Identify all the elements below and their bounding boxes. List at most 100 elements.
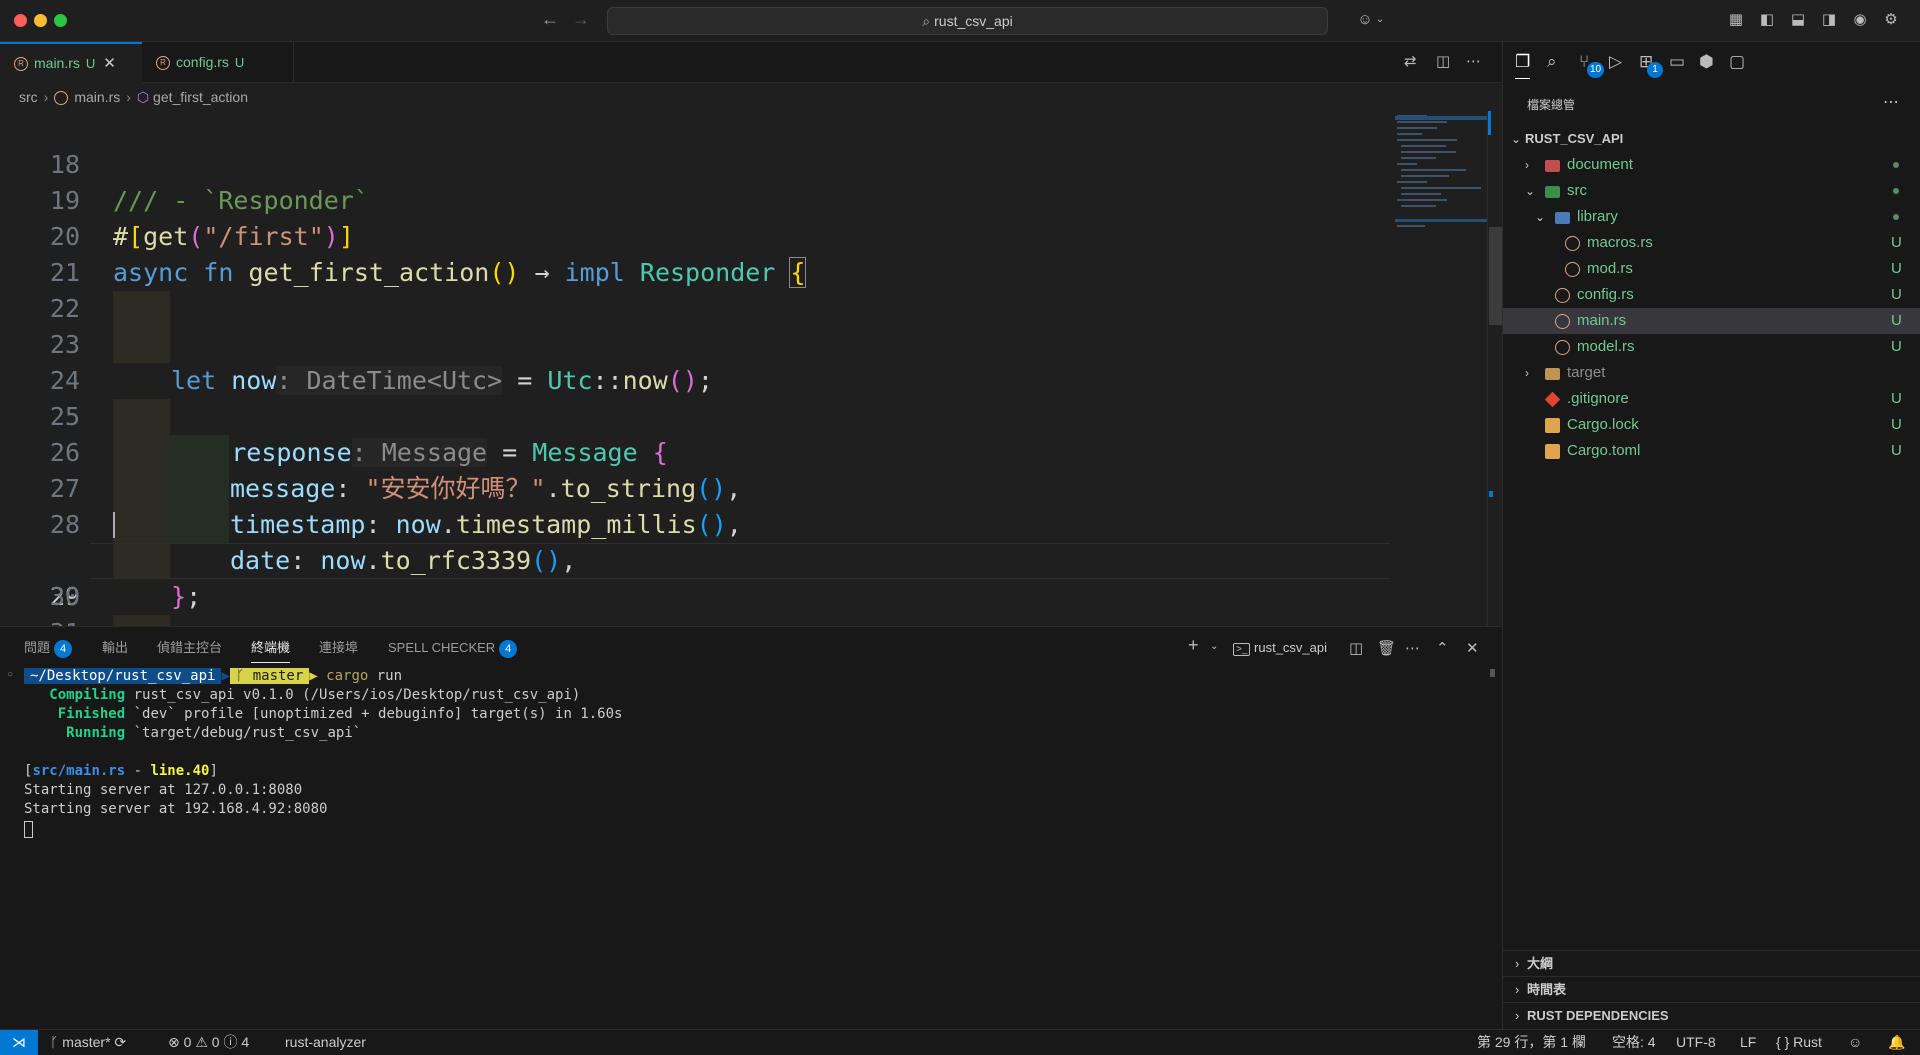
code-line: 26 timestamp: now.timestamp_millis(), xyxy=(49,438,742,539)
more-actions-icon[interactable]: ⋯ xyxy=(1466,52,1481,70)
tree-item-document[interactable]: › document xyxy=(1503,152,1920,178)
end-of-line[interactable]: LF xyxy=(1740,1030,1756,1055)
zoom-window-button[interactable] xyxy=(54,14,67,27)
indentation[interactable]: 空格: 4 xyxy=(1612,1030,1656,1055)
warning-icon: ⚠ xyxy=(195,1034,208,1050)
containers-icon[interactable]: ⬢ xyxy=(1699,52,1714,72)
chevron-right-icon: › xyxy=(1525,158,1529,172)
tab-output[interactable]: 輸出 xyxy=(102,637,128,663)
tree-item-mod-rs[interactable]: mod.rs U xyxy=(1503,256,1920,282)
more-actions-icon[interactable]: ⋯ xyxy=(1405,639,1420,657)
close-tab-icon[interactable]: ✕ xyxy=(103,55,116,72)
folder-open-icon xyxy=(1555,212,1570,224)
tab-problems[interactable]: 問題 4 xyxy=(24,637,73,663)
tree-item-macros-rs[interactable]: macros.rs U xyxy=(1503,230,1920,256)
customize-layout-icon[interactable]: ▦ xyxy=(1726,10,1746,30)
close-window-button[interactable] xyxy=(14,14,27,27)
toggle-secondary-sidebar-icon[interactable]: ◨ xyxy=(1819,10,1839,30)
account-icon[interactable]: ◉ xyxy=(1850,10,1870,30)
search-icon[interactable]: ⌕ xyxy=(1547,52,1557,72)
tree-item-cargo-lock[interactable]: Cargo.lock U xyxy=(1503,412,1920,438)
terminal-instance[interactable]: >_ rust_csv_api xyxy=(1233,640,1327,656)
cursor-position[interactable]: 第 29 行，第 1 欄 xyxy=(1477,1030,1586,1055)
chevron-down-icon: ⌄ xyxy=(1535,210,1546,224)
tab-terminal[interactable]: 終端機 xyxy=(251,637,291,663)
section-outline[interactable]: › 大綱 xyxy=(1503,950,1920,976)
new-terminal-icon[interactable]: + xyxy=(1188,635,1199,656)
remote-explorer-icon[interactable]: ▭ xyxy=(1669,52,1685,72)
settings-gear-icon[interactable]: ⚙ xyxy=(1881,10,1901,30)
code-line: 31 } xyxy=(0,579,1390,626)
tab-spell-checker[interactable]: SPELL CHECKER 4 xyxy=(388,637,518,663)
tree-item-main-rs[interactable]: main.rs U xyxy=(1503,308,1920,334)
terminal-line: Compiling rust_csv_api v0.1.0 (/Users/io… xyxy=(49,687,581,703)
tab-config-rs[interactable]: Rconfig.rs U xyxy=(142,42,294,83)
terminal-line: Starting server at 192.168.4.92:8080 xyxy=(24,801,328,817)
terminal-line: Finished `dev` profile [unoptimized + de… xyxy=(57,706,623,722)
terminal-line: Starting server at 127.0.0.1:8080 xyxy=(24,782,303,798)
rust-file-icon xyxy=(1565,236,1580,251)
breadcrumb-symbol[interactable]: get_first_action xyxy=(153,89,248,105)
tree-item-gitignore[interactable]: .gitignore U xyxy=(1503,386,1920,412)
language-mode[interactable]: { } Rust xyxy=(1776,1030,1822,1055)
chat-icon[interactable]: ▢ xyxy=(1729,52,1745,72)
minimap[interactable] xyxy=(1395,111,1487,231)
tab-ports[interactable]: 連接埠 xyxy=(319,637,358,663)
editor-scrollbar[interactable] xyxy=(1487,111,1503,626)
open-changes-icon[interactable]: ⇄ xyxy=(1404,52,1417,70)
maximize-panel-icon[interactable]: ⌃ xyxy=(1436,639,1449,657)
chevron-down-icon[interactable]: ⌄ xyxy=(1370,10,1390,30)
kill-terminal-icon[interactable]: 🗑 xyxy=(1377,639,1396,657)
error-icon: ⊗ xyxy=(168,1034,180,1050)
title-bar: ← → ⌕ rust_csv_api ☺ ⌄ ▦ ◧ ⬓ ◨ ◉ ⚙ xyxy=(0,0,1920,42)
chevron-down-icon[interactable]: ⌄ xyxy=(1210,641,1218,652)
minimize-window-button[interactable] xyxy=(34,14,47,27)
terminal-scrollbar[interactable] xyxy=(1487,667,1502,1030)
braces-icon: { } xyxy=(1776,1034,1790,1050)
git-branch-status[interactable]: ᚴ master* ⟳ xyxy=(50,1030,126,1055)
copilot-status-icon[interactable]: ☺ xyxy=(1848,1030,1862,1055)
project-root[interactable]: ⌄ RUST_CSV_API xyxy=(1503,126,1920,152)
terminal-icon: >_ xyxy=(1233,643,1251,656)
toggle-panel-icon[interactable]: ⬓ xyxy=(1788,10,1808,30)
section-rust-dependencies[interactable]: › RUST DEPENDENCIES xyxy=(1503,1002,1920,1028)
rust-file-icon xyxy=(54,91,69,106)
split-terminal-icon[interactable]: ◫ xyxy=(1349,639,1363,657)
tree-item-cargo-toml[interactable]: Cargo.toml U xyxy=(1503,438,1920,464)
breadcrumb-folder[interactable]: src xyxy=(19,89,38,105)
chevron-down-icon: ⌄ xyxy=(1511,132,1522,146)
tree-item-config-rs[interactable]: config.rs U xyxy=(1503,282,1920,308)
bottom-panel: 問題 4 輸出 偵錯主控台 終端機 連接埠 SPELL CHECKER 4 + ⌄ … xyxy=(0,626,1502,1029)
run-debug-icon[interactable]: ▷ xyxy=(1609,52,1622,72)
folder-icon xyxy=(1545,160,1560,172)
rust-file-icon: R xyxy=(14,57,28,72)
forward-arrow-icon[interactable]: → xyxy=(572,9,590,30)
code-line: 27 date: now.to_rfc3339(), xyxy=(49,474,577,575)
explorer-title: 檔案總管 xyxy=(1527,98,1576,112)
breadcrumb-file[interactable]: main.rs xyxy=(74,89,120,105)
rust-analyzer-status[interactable]: rust-analyzer xyxy=(285,1030,366,1055)
chevron-right-icon: › xyxy=(1525,366,1529,380)
notifications-bell-icon[interactable]: 🔔 xyxy=(1888,1030,1905,1055)
code-editor[interactable]: 18 /// - `Responder` 19 #[get("/first")]… xyxy=(0,111,1502,626)
folder-icon xyxy=(1545,368,1560,380)
section-timeline[interactable]: › 時間表 xyxy=(1503,976,1920,1002)
tab-debug-console[interactable]: 偵錯主控台 xyxy=(157,637,222,663)
cargo-file-icon xyxy=(1545,418,1560,433)
more-actions-icon[interactable]: ⋯ xyxy=(1883,92,1899,112)
tree-item-src[interactable]: ⌄ src xyxy=(1503,178,1920,204)
explorer-files-icon[interactable]: ❐ xyxy=(1515,52,1531,79)
split-editor-icon[interactable]: ◫ xyxy=(1436,52,1450,70)
problems-status[interactable]: ⊗ 0 ⚠ 0 ⓘ 4 xyxy=(168,1030,249,1055)
back-arrow-icon[interactable]: ← xyxy=(541,9,559,30)
tree-item-target[interactable]: › target xyxy=(1503,360,1920,386)
close-panel-icon[interactable]: ✕ xyxy=(1466,639,1479,657)
command-center-search[interactable]: ⌕ rust_csv_api xyxy=(607,7,1328,35)
command-decoration-icon: ○ xyxy=(7,669,14,680)
tree-item-library[interactable]: ⌄ library xyxy=(1503,204,1920,230)
encoding[interactable]: UTF-8 xyxy=(1676,1030,1716,1055)
tab-main-rs[interactable]: Rmain.rs U ✕ xyxy=(0,42,142,83)
remote-indicator-icon[interactable]: ⋊ xyxy=(0,1030,38,1055)
tree-item-model-rs[interactable]: model.rs U xyxy=(1503,334,1920,360)
toggle-primary-sidebar-icon[interactable]: ◧ xyxy=(1757,10,1777,30)
